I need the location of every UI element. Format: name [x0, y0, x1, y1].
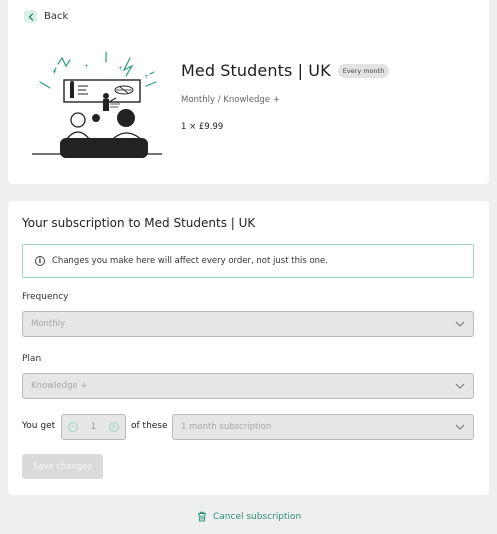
- chevron-left-icon: [24, 10, 37, 23]
- notice-text: Changes you make here will affect every …: [52, 256, 328, 266]
- you-get-label: You get: [22, 421, 56, 431]
- product-card: Back + + + + Med Students | UK Every mon…: [8, 0, 489, 184]
- product-illustration: + + + +: [32, 51, 162, 158]
- cancel-subscription-link[interactable]: Cancel subscription: [197, 511, 301, 522]
- cancel-label: Cancel subscription: [213, 511, 302, 522]
- section-title: Your subscription to Med Students | UK: [22, 216, 256, 230]
- svg-text:+: +: [84, 63, 89, 70]
- plan-label: Plan: [22, 354, 42, 364]
- product-price: 1 × £9.99: [181, 122, 224, 132]
- period-value: 1 month subscription: [181, 422, 272, 432]
- minus-circle-icon[interactable]: −: [68, 422, 79, 432]
- chevron-down-icon: [455, 321, 465, 327]
- svg-text:+: +: [52, 69, 57, 76]
- plus-circle-icon[interactable]: +: [108, 422, 119, 432]
- chevron-down-icon: [455, 424, 465, 430]
- frequency-value: Monthly: [31, 319, 66, 329]
- product-title: Med Students | UK: [181, 61, 331, 80]
- svg-text:+: +: [118, 65, 123, 72]
- back-button[interactable]: Back: [24, 10, 68, 23]
- chevron-down-icon: [455, 383, 465, 389]
- plan-select[interactable]: Knowledge +: [22, 373, 474, 399]
- back-label: Back: [44, 11, 69, 22]
- svg-text:+: +: [144, 73, 149, 80]
- period-select[interactable]: 1 month subscription: [172, 414, 474, 440]
- of-these-label: of these: [131, 421, 168, 431]
- trash-icon: [198, 511, 206, 522]
- plan-value: Knowledge +: [31, 381, 88, 391]
- notice-box: i Changes you make here will affect ever…: [22, 244, 474, 278]
- quantity-stepper[interactable]: − 1 +: [61, 414, 126, 440]
- quantity-value: 1: [90, 422, 97, 432]
- frequency-label: Frequency: [22, 292, 69, 302]
- info-icon: i: [35, 256, 45, 266]
- save-button[interactable]: Save changes: [22, 454, 103, 479]
- product-subline: Monthly / Knowledge +: [181, 95, 280, 105]
- frequency-badge: Every month: [337, 63, 390, 78]
- product-title-row: Med Students | UK Every month: [181, 61, 390, 80]
- subscription-card: Your subscription to Med Students | UK i…: [8, 201, 489, 495]
- frequency-select[interactable]: Monthly: [22, 311, 474, 337]
